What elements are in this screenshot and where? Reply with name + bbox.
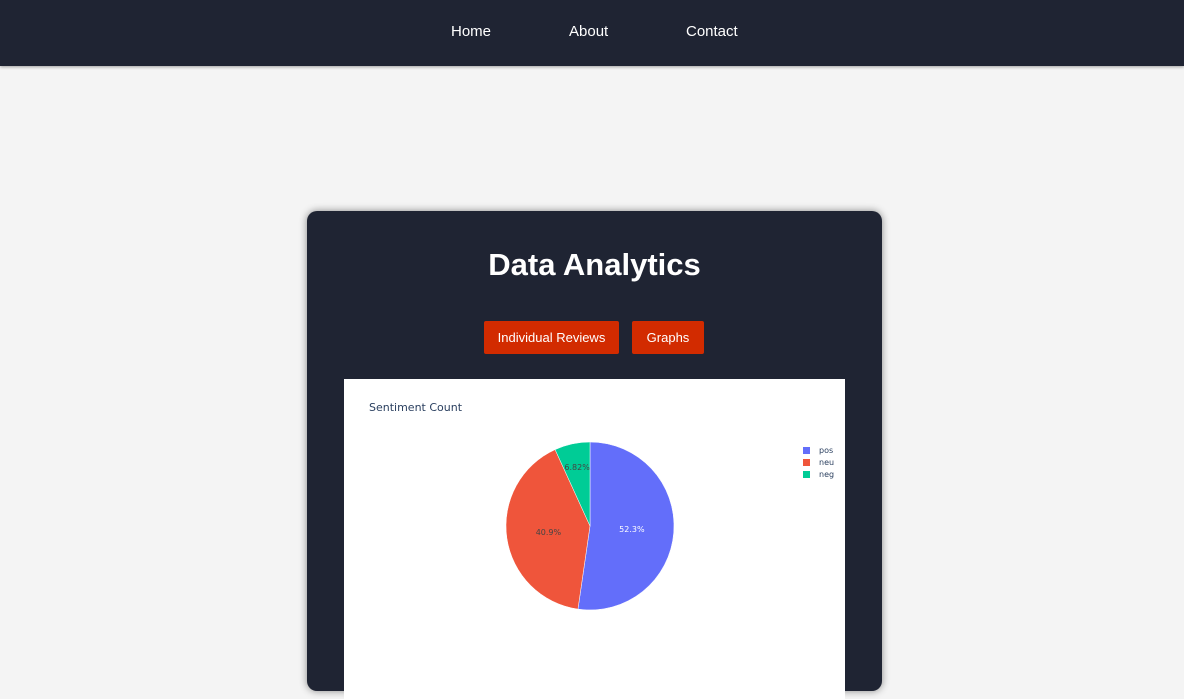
slice-label-neg: 6.82% (564, 463, 590, 472)
chart-title: Sentiment Count (369, 401, 463, 414)
graphs-button[interactable]: Graphs (632, 321, 704, 354)
sentiment-chart: Sentiment Count 52.3% 40.9% 6.82% pos neu ne… (344, 379, 845, 699)
nav-home-link[interactable]: Home (451, 23, 491, 40)
individual-reviews-button[interactable]: Individual Reviews (484, 321, 619, 354)
legend-swatch-neu[interactable] (803, 459, 810, 466)
slice-label-neu: 40.9% (536, 528, 562, 537)
page-title: Data Analytics (488, 247, 701, 282)
legend-label-pos[interactable]: pos (819, 446, 833, 455)
slice-label-pos: 52.3% (619, 525, 645, 534)
top-navbar: Home About Contact (0, 0, 1184, 66)
nav-about-link[interactable]: About (569, 23, 608, 40)
legend-swatch-pos[interactable] (803, 447, 810, 454)
nav-contact-link[interactable]: Contact (686, 23, 738, 40)
legend-label-neu[interactable]: neu (819, 458, 834, 467)
legend-swatch-neg[interactable] (803, 471, 810, 478)
legend-label-neg[interactable]: neg (819, 470, 834, 479)
chart-legend[interactable]: pos neu neg (803, 446, 834, 479)
analytics-card: Data Analytics Individual Reviews Graphs… (307, 211, 882, 699)
sentiment-pie-svg: Sentiment Count 52.3% 40.9% 6.82% pos neu ne… (369, 401, 834, 611)
pie-slices (505, 441, 675, 611)
